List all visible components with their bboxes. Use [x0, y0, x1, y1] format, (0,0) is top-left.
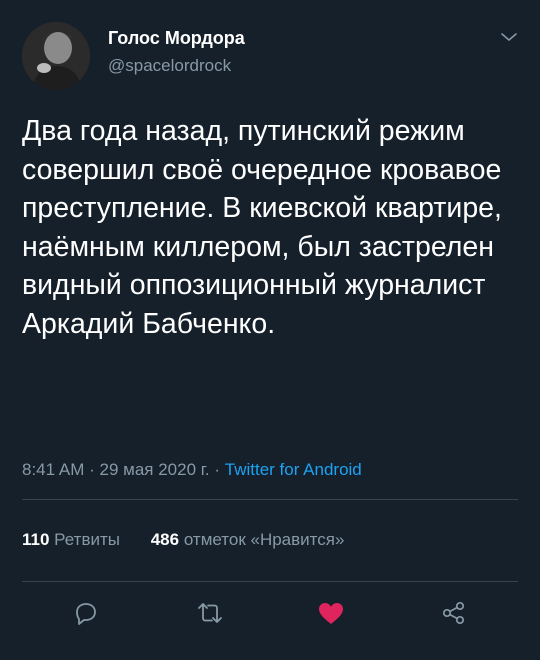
reply-icon — [76, 603, 96, 625]
author-name[interactable]: Голос Мордора — [108, 28, 245, 49]
tweet-time: 8:41 AM — [22, 460, 85, 479]
share-button[interactable] — [437, 596, 471, 630]
retweets-count: 110 — [22, 530, 50, 549]
likes-label: отметок «Нравится» — [183, 530, 345, 549]
tweet-meta: 8:41 AM · 29 мая 2020 г. · Twitter for A… — [22, 460, 362, 480]
like-button[interactable] — [314, 596, 348, 630]
meta-separator: · — [89, 460, 95, 479]
chevron-down-icon[interactable] — [500, 30, 518, 42]
divider — [22, 581, 518, 582]
tweet-text: Два года назад, путинский режим совершил… — [22, 115, 502, 340]
tweet-actions — [0, 596, 540, 630]
author-avatar[interactable] — [22, 22, 90, 90]
likes-stat[interactable]: 486 отметок «Нравится» — [151, 530, 345, 549]
likes-count: 486 — [150, 530, 180, 549]
author-handle[interactable]: @spacelordrock — [108, 56, 231, 76]
tweet-date: 29 мая 2020 г. — [99, 460, 210, 479]
meta-separator: · — [214, 460, 221, 479]
retweets-label: Ретвиты — [54, 530, 120, 549]
tweet-stats: 110 Ретвиты 486 отметок «Нравится» — [22, 530, 370, 550]
heart-icon — [319, 603, 343, 624]
divider — [22, 499, 518, 500]
retweet-icon — [198, 603, 222, 623]
retweet-button[interactable] — [193, 596, 227, 630]
avatar-image — [22, 22, 90, 90]
retweets-stat[interactable]: 110 Ретвиты — [22, 530, 125, 549]
reply-button[interactable] — [69, 596, 103, 630]
tweet-source-link[interactable]: Twitter for Android — [225, 460, 362, 479]
share-icon — [442, 601, 465, 625]
